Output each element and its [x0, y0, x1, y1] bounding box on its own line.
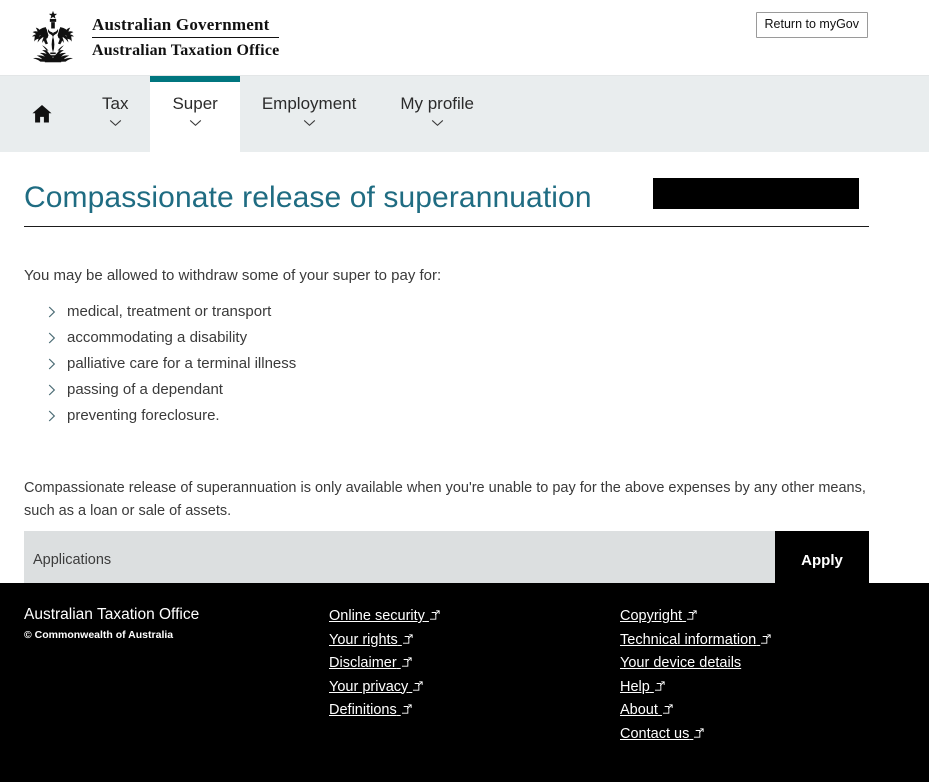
footer-link-label: Your device details — [620, 655, 742, 671]
list-item: preventing foreclosure. — [48, 403, 905, 429]
list-item: palliative care for a terminal illness — [48, 351, 905, 377]
reasons-list: medical, treatment or transport accommod… — [24, 299, 905, 429]
footer-link-label: Definitions — [329, 702, 397, 718]
footer-link-label: Technical information — [620, 631, 757, 648]
main-content: Compassionate release of superannuation … — [0, 152, 929, 523]
footer-column-two: Copyright Technical information Your dev… — [620, 605, 771, 746]
footer-link-label: Your rights — [329, 631, 398, 648]
list-item: passing of a dependant — [48, 377, 905, 403]
footer-link-label: Contact us — [620, 725, 690, 742]
footer-copyright: © Commonwealth of Australia — [24, 629, 174, 641]
nav-item-list: Tax Super Employment My profile — [0, 76, 929, 152]
return-to-mygov-button[interactable]: Return to myGov — [755, 12, 868, 38]
availability-note: Compassionate release of superannuation … — [24, 480, 866, 519]
nav-item-employment-label: Employment — [261, 94, 357, 113]
footer-link-your-device-details[interactable]: Your device details — [620, 652, 771, 676]
external-link-icon — [401, 704, 412, 714]
apply-button[interactable]: Apply — [775, 531, 869, 589]
nav-item-home[interactable] — [0, 76, 80, 152]
external-link-icon — [687, 610, 697, 620]
chevron-right-icon — [48, 358, 56, 370]
footer-link-copyright[interactable]: Copyright — [620, 605, 771, 629]
footer-link-technical-information[interactable]: Technical information — [620, 629, 771, 653]
nav-item-super-label: Super — [172, 94, 218, 113]
external-link-icon — [429, 610, 440, 620]
footer-link-label: Online security — [329, 608, 425, 624]
nav-item-my-profile-label: My profile — [400, 94, 475, 113]
footer-link-help[interactable]: Help — [620, 676, 771, 700]
list-item-label: accommodating a disability — [67, 329, 248, 346]
footer-brand: Australian Taxation Office © Commonwealt… — [24, 605, 199, 643]
australian-coat-of-arms-icon — [32, 10, 74, 63]
nav-item-employment[interactable]: Employment — [240, 76, 378, 152]
page-title: Compassionate release of superannuation — [24, 181, 592, 214]
nav-item-tax[interactable]: Tax — [80, 76, 150, 152]
footer-link-contact-us[interactable]: Contact us — [620, 723, 771, 747]
list-item-label: palliative care for a terminal illness — [67, 355, 297, 372]
chevron-down-icon — [303, 120, 315, 126]
chevron-right-icon — [48, 306, 56, 318]
list-item: accommodating a disability — [48, 325, 905, 351]
footer-link-label: Help — [620, 678, 650, 695]
list-item-label: medical, treatment or transport — [67, 303, 272, 320]
brand-text: Australian Government Australian Taxatio… — [92, 15, 280, 61]
home-icon — [32, 105, 52, 123]
brand-lockup: Australian Government Australian Taxatio… — [24, 9, 280, 67]
footer-link-label: Disclaimer — [329, 655, 397, 671]
footer-link-definitions[interactable]: Definitions — [329, 699, 440, 723]
applications-bar: Applications Apply — [24, 531, 869, 589]
chevron-right-icon — [48, 384, 56, 396]
masthead: Australian Government Australian Taxatio… — [0, 0, 929, 76]
external-link-icon — [413, 680, 423, 691]
footer-inner: Australian Taxation Office © Commonwealt… — [0, 605, 929, 782]
brand-ato-line: Australian Taxation Office — [92, 42, 280, 59]
title-divider — [24, 226, 869, 227]
nav-item-super[interactable]: Super — [150, 76, 241, 152]
external-link-icon — [761, 633, 771, 644]
chevron-down-icon — [431, 120, 443, 126]
chevron-down-icon — [189, 120, 201, 126]
intro-paragraph: You may be allowed to withdraw some of y… — [24, 267, 442, 284]
list-item-label: passing of a dependant — [67, 381, 223, 398]
brand-government-line: Australian Government — [92, 15, 280, 38]
footer-link-your-privacy[interactable]: Your privacy — [329, 676, 440, 700]
footer-link-about[interactable]: About — [620, 699, 771, 723]
external-link-icon — [402, 633, 413, 644]
chevron-right-icon — [48, 410, 56, 422]
chevron-down-icon — [109, 120, 121, 126]
list-item: medical, treatment or transport — [48, 299, 905, 325]
external-link-icon — [662, 704, 673, 714]
nav-item-my-profile[interactable]: My profile — [378, 76, 496, 152]
footer-organisation: Australian Taxation Office — [24, 606, 200, 623]
footer-link-disclaimer[interactable]: Disclaimer — [329, 652, 440, 676]
external-link-icon — [401, 657, 412, 667]
footer-link-online-security[interactable]: Online security — [329, 605, 440, 629]
applications-label: Applications — [33, 552, 112, 568]
nav-item-tax-label: Tax — [102, 94, 129, 113]
external-link-icon — [654, 680, 665, 691]
footer-link-label: Your privacy — [329, 678, 409, 695]
footer-link-label: Copyright — [620, 608, 683, 624]
primary-navigation: Tax Super Employment My profile — [0, 76, 929, 209]
external-link-icon — [694, 727, 704, 738]
site-footer: Australian Taxation Office © Commonwealt… — [0, 583, 929, 782]
footer-column-one: Online security Your rights Disclaimer Y… — [329, 605, 440, 723]
chevron-right-icon — [48, 332, 56, 344]
footer-link-your-rights[interactable]: Your rights — [329, 629, 440, 653]
list-item-label: preventing foreclosure. — [67, 407, 220, 424]
footer-link-label: About — [620, 702, 658, 718]
